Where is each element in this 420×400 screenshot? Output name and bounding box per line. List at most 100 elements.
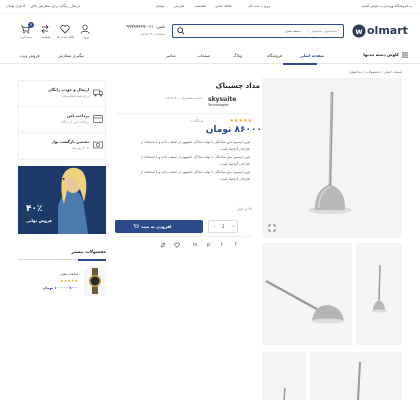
- pen-thumbnail-image: [262, 243, 352, 345]
- top-bar: به فروشگاه وودمارت خوش آمدید ورود / ثبت …: [0, 0, 420, 14]
- nav-active-indicator: [283, 63, 317, 65]
- description-line: طراحان گرافیک است.: [219, 162, 250, 166]
- credit-card-icon: [93, 115, 103, 123]
- shipping-notice: ارسال رایگان برای سفارش بالای ۵۰۰ هزار ت…: [6, 4, 80, 8]
- money-back-icon: [93, 141, 103, 149]
- banner-discount: ۴۰٪: [26, 204, 43, 214]
- divider: [115, 113, 252, 114]
- more-products-title: محصولات بیشتر: [71, 250, 106, 255]
- nav-link-order-tracking[interactable]: پیگیری سفارش: [58, 53, 84, 58]
- qty-increase-button[interactable]: +: [232, 224, 235, 229]
- pen-stand-image: [262, 78, 402, 238]
- feature-subtitle: برای همه سفارشات: [62, 94, 89, 98]
- compare-icon: [41, 24, 49, 34]
- search-input[interactable]: جستجوی محصول ...: [306, 29, 337, 33]
- nav-link-special-sale[interactable]: فروش ویژه: [20, 53, 40, 58]
- search-category-select[interactable]: دسته بندی: [285, 29, 301, 33]
- nav-item-shop[interactable]: فروشگاه: [267, 53, 282, 58]
- product-sku: شناسه محصول: ۶۸۷۳۰۸۰۰: [166, 96, 203, 100]
- topbar-link-login[interactable]: ورود / ثبت نام: [249, 4, 270, 8]
- topbar-link-compare[interactable]: مقایسه: [195, 4, 206, 8]
- qty-value[interactable]: 1: [222, 224, 225, 229]
- title-underline: [78, 259, 106, 261]
- search-icon[interactable]: [177, 27, 185, 35]
- menu-icon: [402, 52, 408, 58]
- product-thumbnail[interactable]: [356, 243, 402, 345]
- feature-title: تضمین بازگشت پول: [51, 139, 89, 144]
- product-price: ۸۶۰۰۰ تومان: [205, 125, 262, 135]
- feature-item: تضمین بازگشت پول تا ۳۰ روز بعد: [19, 133, 107, 159]
- nav-item-pages[interactable]: صفحات: [197, 53, 210, 58]
- star-icons: ★★★★★: [229, 118, 252, 124]
- pinterest-icon[interactable]: p: [207, 242, 210, 248]
- nav-item-elements[interactable]: عناصر: [166, 53, 176, 58]
- rating-stars[interactable]: ★★★★★: [214, 118, 252, 124]
- logo-text: olmart: [367, 24, 408, 37]
- nav-item-home[interactable]: صفحه اصلی: [300, 53, 324, 58]
- banner-image: [18, 166, 106, 234]
- nav-item-blog[interactable]: وبلاگ: [233, 53, 242, 58]
- qty-decrease-button[interactable]: −: [212, 224, 215, 229]
- stock-status: ۹۷ در انبار: [237, 207, 252, 211]
- linkedin-icon[interactable]: in: [193, 242, 198, 248]
- cart-button[interactable]: 0 سبد خرید: [16, 22, 36, 42]
- zoom-icon[interactable]: [268, 224, 276, 232]
- category-menu-button[interactable]: کاوش دسته بندیها: [330, 49, 408, 61]
- more-item-price: ۷۰۰۰ - ۱۰۰۰۰ تومان: [42, 286, 78, 290]
- welcome-text: به فروشگاه وودمارت خوش آمدید: [361, 4, 412, 8]
- contact-block: تلفن: ۰۲۱-۹۹۹۹۹۹۹۹ پشتیبانی ۲۴ ساعته: [105, 23, 165, 39]
- twitter-icon[interactable]: t: [221, 242, 223, 248]
- feature-subtitle: تا ۳۰ روز بعد: [71, 146, 89, 150]
- account-button[interactable]: ورود: [76, 22, 96, 42]
- more-item-name[interactable]: ساعت مچی: [60, 272, 78, 276]
- language-select[interactable]: فارسی: [173, 4, 184, 8]
- more-products-item[interactable]: ساعت مچی ★★★★★ ۷۰۰۰ - ۱۰۰۰۰ تومان: [18, 266, 106, 300]
- review-count[interactable]: (۱ دیدگاه): [190, 119, 203, 123]
- banner-label: فروش نهایی: [26, 218, 52, 223]
- features-box: ارسال و عودت رایگان برای همه سفارشات پرد…: [18, 80, 107, 160]
- topbar-link-wishlist[interactable]: علاقه مندی: [215, 4, 232, 8]
- cart-label: سبد خرید: [20, 35, 32, 39]
- phone-number: تلفن: ۰۲۱-۹۹۹۹۹۹۹۹: [126, 25, 165, 30]
- cart-count-badge: 0: [28, 22, 34, 28]
- product-description: لورم ایپسوم متن ساختگی با تولید سادگی نا…: [115, 140, 252, 200]
- description-line: لورم ایپسوم متن ساختگی با تولید سادگی نا…: [140, 155, 250, 159]
- watch-thumbnail: [84, 266, 106, 296]
- search-bar[interactable]: جستجوی محصول ... دسته بندی: [172, 24, 344, 38]
- social-share: in p t f: [193, 242, 253, 250]
- brand-name: skysuite: [208, 96, 237, 103]
- quantity-stepper[interactable]: − 1 +: [208, 220, 238, 233]
- product-thumbnail[interactable]: [310, 352, 402, 400]
- brand-tagline: Technologies: [208, 103, 229, 107]
- add-to-cart-button[interactable]: افزودن به سبد: [115, 220, 203, 233]
- more-item-stars: ★★★★★: [60, 278, 78, 283]
- wishlist-button[interactable]: علاقه مندی ها: [56, 22, 76, 42]
- currency-select[interactable]: تومان: [155, 4, 164, 8]
- product-main-image[interactable]: [262, 78, 402, 238]
- header-icons: ورود علاقه مندی ها مقایسه 0 سبد خرید: [14, 22, 92, 42]
- add-to-cart-label: افزودن به سبد: [141, 223, 172, 229]
- compare-icon[interactable]: [160, 242, 166, 248]
- product-thumbnail[interactable]: [262, 243, 352, 345]
- breadcrumb[interactable]: صفحه اصلی / محصولات / ساعتهای: [349, 70, 402, 74]
- heart-icon[interactable]: [174, 242, 180, 248]
- logo[interactable]: w olmart: [352, 22, 412, 40]
- compare-button[interactable]: مقایسه: [36, 22, 56, 42]
- divider: [115, 236, 252, 237]
- brand-logo[interactable]: skysuite Technologies: [208, 96, 252, 110]
- support-text: پشتیبانی ۲۴ ساعته: [140, 32, 165, 36]
- description-line: لورم ایپسوم متن ساختگی با تولید سادگی نا…: [140, 140, 250, 144]
- heart-icon: [60, 25, 70, 34]
- pen-thumbnail-image: [310, 352, 402, 400]
- sale-banner[interactable]: ۴۰٪ فروش نهایی: [18, 166, 106, 234]
- product-thumbnail[interactable]: [262, 352, 306, 400]
- user-icon: [80, 24, 90, 34]
- logo-icon: w: [352, 24, 366, 38]
- description-line: طراحان گرافیک است.: [219, 147, 250, 151]
- facebook-icon[interactable]: f: [235, 242, 237, 248]
- feature-title: ارسال و عودت رایگان: [48, 87, 89, 92]
- feature-subtitle: پرداخت امن از درگاه: [61, 120, 89, 124]
- description-line: طراحان گرافیک است.: [219, 177, 250, 181]
- product-title: مداد چسبناک: [215, 82, 261, 90]
- svg-text:w: w: [355, 27, 363, 36]
